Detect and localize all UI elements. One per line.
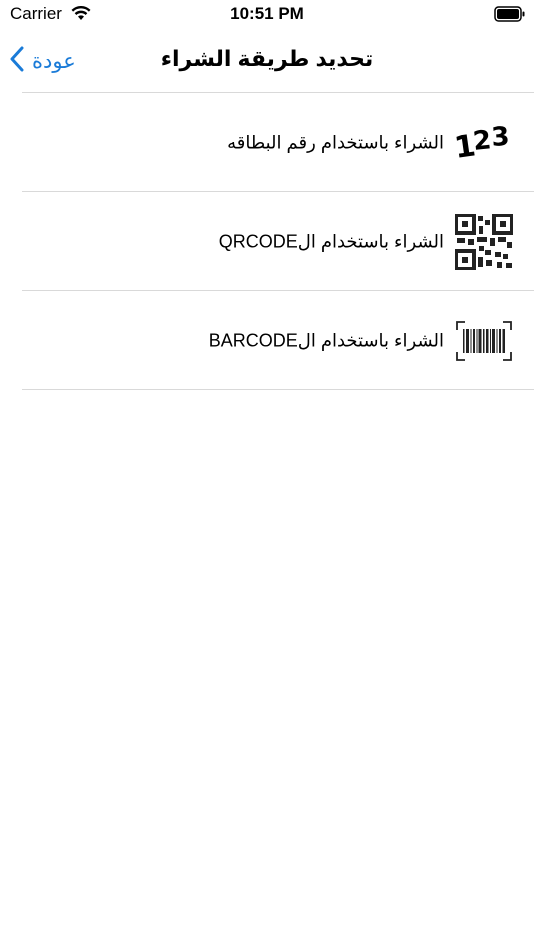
- option-label: الشراء باستخدام رقم البطاقه: [227, 132, 444, 152]
- option-label: الشراء باستخدام الQRCODE: [218, 231, 444, 251]
- svg-text:2: 2: [472, 125, 493, 157]
- option-barcode[interactable]: الشراء باستخدام الBARCODE: [0, 291, 534, 390]
- option-card-number[interactable]: 1 2 3 الشراء باستخدام رقم البطاقه: [0, 93, 534, 192]
- svg-text:3: 3: [490, 122, 510, 153]
- status-bar: Carrier 10:51 PM: [0, 0, 534, 30]
- barcode-icon: [454, 311, 514, 371]
- navigation-bar: عودة تحديد طريقة الشراء: [0, 30, 534, 92]
- option-qrcode[interactable]: الشراء باستخدام الQRCODE: [0, 192, 534, 291]
- digits-123-icon: 1 2 3: [454, 113, 514, 173]
- qr-code-icon: [454, 212, 514, 272]
- purchase-method-list: 1 2 3 الشراء باستخدام رقم البطاقه الشراء…: [0, 93, 534, 390]
- page-title: تحديد طريقة الشراء: [160, 46, 374, 71]
- battery-icon: [494, 6, 526, 27]
- option-label: الشراء باستخدام الBARCODE: [208, 330, 444, 350]
- status-time: 10:51 PM: [230, 4, 304, 23]
